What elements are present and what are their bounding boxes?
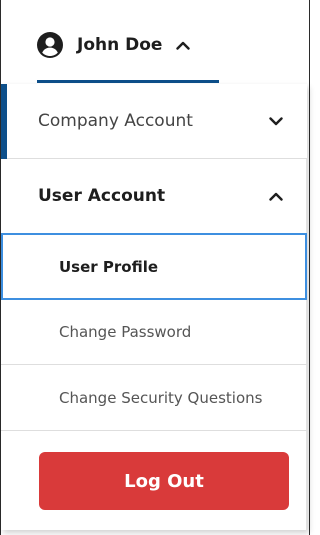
- active-trigger-underline: [37, 80, 219, 83]
- active-section-accent: [1, 84, 7, 159]
- chevron-down-icon: [269, 116, 283, 125]
- menu-item-change-security-questions[interactable]: Change Security Questions: [1, 365, 307, 431]
- chevron-up-icon: [269, 192, 283, 201]
- user-menu-trigger[interactable]: John Doe: [37, 24, 191, 66]
- menu-item-user-profile[interactable]: User Profile: [1, 233, 307, 300]
- user-name: John Doe: [77, 35, 163, 55]
- section-user-account[interactable]: User Account: [1, 159, 307, 234]
- logout-button[interactable]: Log Out: [39, 452, 289, 510]
- account-dropdown-menu: Company Account User Account User Profil…: [1, 84, 307, 530]
- menu-item-change-password[interactable]: Change Password: [1, 300, 307, 365]
- section-company-account[interactable]: Company Account: [1, 84, 307, 159]
- user-circle-icon: [37, 32, 63, 58]
- section-label-company-account: Company Account: [38, 111, 193, 131]
- chevron-up-icon: [176, 41, 191, 50]
- account-menu-frame: John Doe Company Account User Account Us…: [0, 0, 310, 535]
- section-label-user-account: User Account: [38, 186, 166, 206]
